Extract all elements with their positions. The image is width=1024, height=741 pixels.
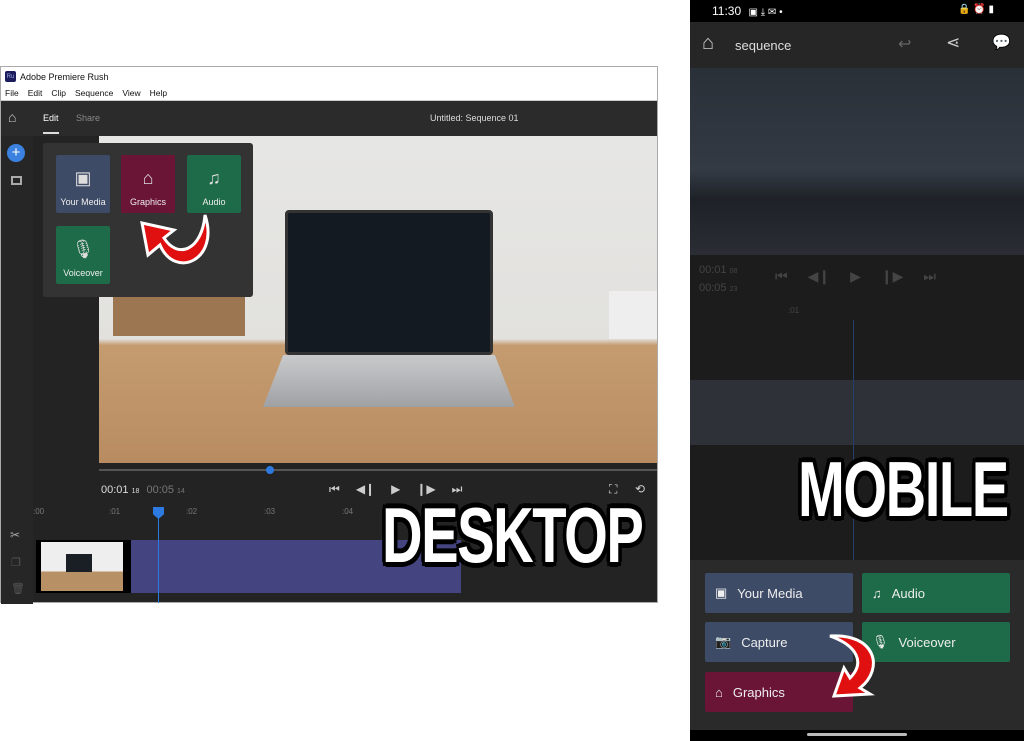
home-indicator[interactable] [807,733,907,736]
tab-share[interactable]: Share [76,113,100,123]
button-label: Your Media [737,585,803,601]
app-title: sequence [735,38,792,53]
duration-frames: 23 [729,286,738,293]
menu-help[interactable]: Help [150,88,167,98]
tab-edit[interactable]: Edit [43,113,59,134]
plant-pot [609,291,657,339]
button-label: Audio [891,585,925,601]
ruler-tick: :01 [109,507,121,516]
timecode: 00:01 18 00:05 14 [101,484,185,496]
tile-label: Voiceover [63,268,103,278]
your-media-button[interactable]: ▣ Your Media [705,573,853,613]
button-label: Voiceover [898,634,956,650]
home-icon[interactable]: ⌂ [702,32,714,55]
laptop-base [263,355,515,407]
duration-frames: 14 [177,488,185,495]
scrubber-handle[interactable] [266,466,274,474]
menu-clip[interactable]: Clip [51,88,66,98]
mobile-label: MOBILE [798,445,1009,533]
add-button[interactable]: + [7,144,25,162]
microphone-icon: 🎙 [71,239,95,259]
undo-icon[interactable]: ↩ [898,34,911,54]
button-label: Graphics [732,684,785,700]
tile-label: Your Media [60,197,106,207]
timeline-clip[interactable] [690,380,1024,445]
scrubber-track[interactable] [99,469,657,471]
menu-sequence[interactable]: Sequence [75,88,113,98]
duration: 00:05 [146,484,174,496]
menu-file[interactable]: File [5,88,19,98]
graphics-icon: ⌂ [715,684,723,700]
sequence-title: Untitled: Sequence 01 [430,113,519,123]
timecode: 00:01 08 00:05 23 [699,262,737,298]
status-bar: 11:30 ▣ ⤓ ✉ • 🔒 ⏰ ▮ [690,0,1024,22]
step-forward-icon[interactable]: ❙▶ [881,268,904,285]
media-icon: ▣ [715,585,728,600]
menu-view[interactable]: View [122,88,140,98]
premiere-rush-logo: Ru [5,71,16,82]
go-to-start-icon[interactable]: ⏮ [775,268,788,285]
red-arrow-mobile [829,634,875,698]
trash-icon[interactable]: 🗑 [11,582,25,595]
share-icon[interactable]: ⋖ [946,33,960,53]
current-time: 00:01 [699,264,727,276]
duplicate-icon[interactable]: ❐ [11,556,21,569]
laptop-screen [285,210,493,355]
desktop-label: DESKTOP [382,491,644,579]
current-frames: 18 [131,488,140,495]
status-time: 11:30 [712,4,742,18]
camera-icon: 📷 [715,634,732,649]
window-title: Adobe Premiere Rush [20,71,109,82]
current-time: 00:01 [101,484,129,496]
playback-controls: ⏮ ◀❙ ▶ ❙▶ ⏭ [775,268,936,285]
ruler-tick: :00 [33,507,45,516]
ruler-tick: :04 [342,507,354,516]
music-note-icon: ♫ [872,585,882,601]
title-bar: Ru Adobe Premiere Rush [1,67,657,86]
left-rail: + ✂ ❐ 🗑 [1,136,33,604]
nav-bar [690,730,1024,741]
music-note-icon: ♫ [207,168,221,188]
notification-icons: ▣ ⤓ ✉ • [748,7,783,18]
voiceover-tile[interactable]: 🎙 Voiceover [56,226,110,284]
go-to-end-icon[interactable]: ⏭ [923,268,936,285]
step-back-icon[interactable]: ◀❙ [808,268,831,285]
app-bar: ⌂ sequence ↩ ⋖ 💬 [690,22,1024,68]
menu-edit[interactable]: Edit [28,88,43,98]
step-back-icon[interactable]: ◀❙ [356,482,375,497]
home-icon[interactable]: ⌂ [8,109,16,125]
your-media-tile[interactable]: ▣ Your Media [56,155,110,213]
duration: 00:05 [699,282,727,294]
media-icon: ▣ [74,168,92,188]
clip-thumbnail[interactable] [36,540,131,593]
ruler-tick: :01 [788,306,800,315]
scissors-icon[interactable]: ✂ [10,528,20,542]
graphics-icon: ⌂ [142,168,154,188]
go-to-start-icon[interactable]: ⏮ [329,482,340,497]
top-toolbar: ⌂ Edit Share Untitled: Sequence 01 [1,101,657,136]
red-arrow-desktop [140,214,210,265]
ruler-tick: :03 [264,507,276,516]
menu-bar: File Edit Clip Sequence View Help [1,86,657,101]
project-assets-icon[interactable] [11,176,22,185]
current-frames: 08 [729,268,738,275]
audio-button[interactable]: ♫ Audio [862,573,1010,613]
video-preview [690,68,1024,255]
play-icon[interactable]: ▶ [850,268,861,285]
system-icons: 🔒 ⏰ ▮ [958,4,994,15]
feedback-icon[interactable]: 💬 [992,33,1011,51]
button-label: Capture [741,634,788,650]
ruler-tick: :02 [186,507,198,516]
playhead-line[interactable] [158,513,159,603]
